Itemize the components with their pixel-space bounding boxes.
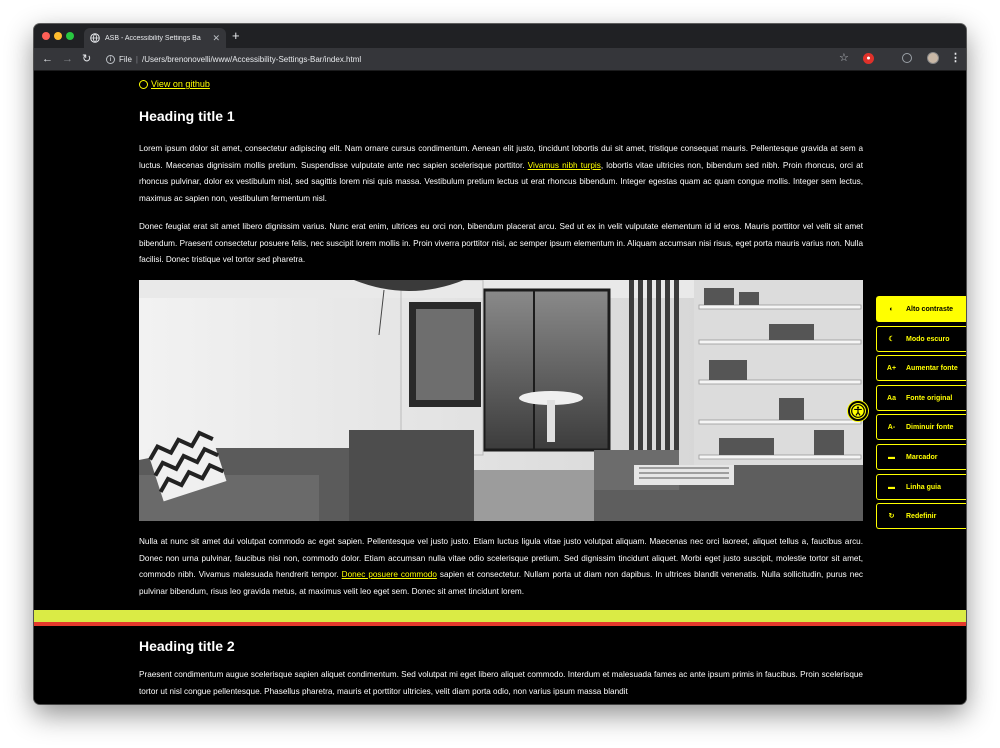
contrast-icon: ◐ (889, 305, 894, 313)
font-decrease-icon: A- (887, 423, 896, 431)
a11y-button-linha-guia[interactable]: ▬ Linha guia (876, 474, 966, 500)
a11y-button-fonte-original[interactable]: Aa Fonte original (876, 385, 966, 411)
moon-icon: ☾ (888, 336, 895, 343)
font-original-icon: Aa (887, 394, 896, 402)
page-viewport: View on github Heading title 1 Lorem ips… (34, 71, 966, 704)
paragraph-3: Nulla at nunc sit amet dui volutpat comm… (139, 534, 863, 600)
a11y-button-label: Modo escuro (906, 335, 950, 343)
heading-2: Heading title 2 (139, 638, 235, 654)
guide-line-icon: ▬ (888, 483, 895, 491)
accessibility-toggle-button[interactable] (848, 401, 868, 421)
a11y-button-label: Fonte original (906, 394, 953, 402)
extension-gray-icon[interactable] (902, 53, 912, 63)
a11y-button-redefinir[interactable]: ↻ Redefinir (876, 503, 966, 529)
heading-1: Heading title 1 (139, 108, 235, 124)
github-link[interactable]: View on github (139, 79, 210, 89)
url-scheme: File (119, 55, 132, 64)
a11y-button-label: Marcador (906, 453, 938, 461)
a11y-button-diminuir-fonte[interactable]: A- Diminuir fonte (876, 414, 966, 440)
browser-window: ASB - Accessibility Settings Ba ✕ + ← → … (34, 24, 966, 704)
a11y-button-marcador[interactable]: ▬ Marcador (876, 444, 966, 470)
new-tab-button[interactable]: + (232, 29, 240, 42)
a11y-button-label: Linha guia (906, 483, 941, 491)
font-increase-icon: A+ (886, 364, 897, 372)
profile-avatar[interactable] (927, 52, 939, 64)
address-bar[interactable]: i File | /Users/brenonovelli/www/Accessi… (102, 51, 848, 68)
paragraph-3-link[interactable]: Donec posuere commodo (342, 570, 437, 579)
browser-toolbar: ← → ↻ i File | /Users/brenonovelli/www/A… (34, 48, 966, 71)
url-text: /Users/brenonovelli/www/Accessibility-Se… (141, 55, 362, 64)
reload-icon[interactable]: ↻ (82, 52, 91, 66)
github-icon (139, 79, 148, 89)
forward-arrow-icon[interactable]: → (62, 52, 73, 66)
a11y-button-modo-escuro[interactable]: ☾ Modo escuro (876, 326, 966, 352)
maximize-window-button[interactable] (66, 32, 74, 40)
minimize-window-button[interactable] (54, 32, 62, 40)
a11y-button-label: Aumentar fonte (906, 364, 958, 372)
globe-icon (90, 33, 100, 43)
accessibility-icon (851, 404, 865, 418)
url-separator: | (135, 55, 138, 64)
a11y-button-aumentar-fonte[interactable]: A+ Aumentar fonte (876, 355, 966, 381)
reset-icon: ↻ (888, 513, 895, 520)
paragraph-2: Donec feugiat erat sit amet libero digni… (139, 222, 863, 265)
marker-icon: ▬ (888, 453, 895, 461)
a11y-button-label: Redefinir (906, 512, 937, 520)
browser-tab[interactable]: ASB - Accessibility Settings Ba ✕ (84, 28, 226, 48)
paragraph-1: Lorem ipsum dolor sit amet, consectetur … (139, 141, 863, 207)
bookmark-star-icon[interactable]: ☆ (839, 52, 849, 64)
tab-close-icon[interactable]: ✕ (212, 33, 220, 43)
paragraph-4: Praesent condimentum augue scelerisque s… (139, 670, 863, 696)
living-room-photo (139, 280, 863, 521)
paragraph-1-link[interactable]: Vivamus nibh turpis (528, 161, 601, 170)
reading-guide-line (34, 610, 966, 626)
extension-red-icon[interactable]: ● (863, 53, 874, 64)
github-link-label: View on github (151, 79, 210, 89)
a11y-button-label: Diminuir fonte (906, 423, 954, 431)
a11y-button-alto-contraste[interactable]: ◐ Alto contraste (876, 296, 966, 322)
close-window-button[interactable] (42, 32, 50, 40)
tab-strip: ASB - Accessibility Settings Ba ✕ + (34, 24, 966, 48)
back-arrow-icon[interactable]: ← (42, 52, 53, 66)
tab-title: ASB - Accessibility Settings Ba (105, 34, 201, 42)
a11y-button-label: Alto contraste (906, 305, 954, 313)
info-icon[interactable]: i (106, 55, 115, 64)
menu-dots-icon[interactable]: ⋮ (950, 52, 961, 64)
